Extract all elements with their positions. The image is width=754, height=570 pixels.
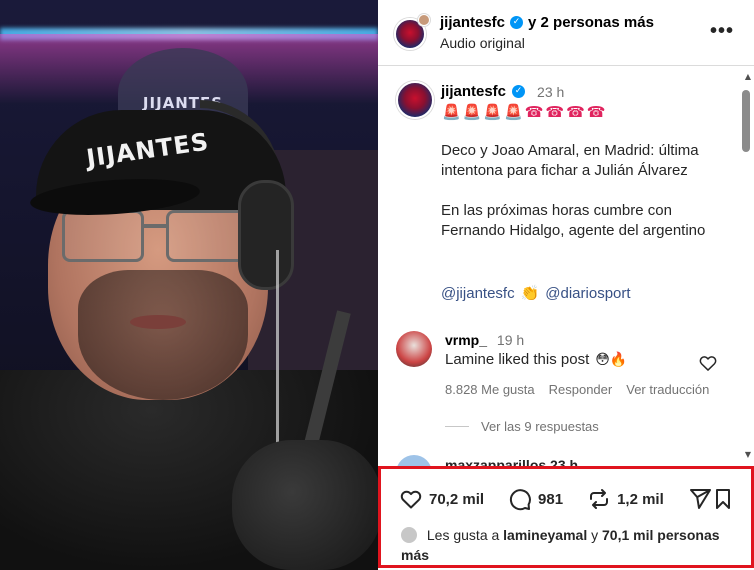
comment-avatar[interactable]	[396, 331, 432, 367]
comment-count[interactable]: 981	[538, 491, 563, 508]
verified-badge-icon: ✓	[512, 85, 526, 98]
comment-body: Lamine liked this post	[445, 351, 590, 368]
share-icon[interactable]	[688, 487, 712, 511]
post-username[interactable]: jijantesfc	[441, 83, 506, 100]
streamer-beard	[78, 270, 248, 400]
mention-link[interactable]: @jijantesfc	[441, 285, 515, 302]
comment-like-count[interactable]: 8.828 Me gusta	[445, 382, 535, 397]
audio-label[interactable]: Audio original	[440, 35, 525, 51]
view-replies-label[interactable]: Ver las 9 respuestas	[481, 419, 599, 434]
post-author: jijantesfc ✓ 23 h	[441, 83, 564, 100]
liker-avatar[interactable]	[401, 527, 417, 543]
comment-time: 19 h	[496, 332, 525, 348]
verified-badge-icon: ✓	[510, 16, 524, 29]
scroll-down-arrow-icon[interactable]: ▼	[745, 450, 751, 459]
actions-highlight: 70,2 mil 981 1,2 mil Les gusta a laminey…	[378, 466, 754, 568]
comments-scroll[interactable]: jijantesfc ✓ 23 h 🚨🚨🚨🚨☎☎☎☎ Deco y Joao A…	[378, 67, 754, 467]
comment-username[interactable]: vrmp_	[445, 332, 487, 348]
video-player[interactable]: JIJANTES JIJANTES	[0, 0, 378, 570]
translate-button[interactable]: Ver traducción	[626, 382, 709, 397]
action-bar: 70,2 mil 981 1,2 mil	[399, 487, 736, 511]
clap-emoji: 👏	[520, 284, 540, 302]
replies-divider	[445, 426, 469, 427]
reply-button[interactable]: Responder	[549, 382, 613, 397]
collab-text[interactable]: y 2 personas más	[528, 14, 654, 31]
share-action[interactable]	[688, 487, 712, 511]
post-panel: jijantesfc ✓ y 2 personas más Audio orig…	[378, 0, 754, 570]
repost-icon[interactable]	[587, 487, 611, 511]
heart-icon[interactable]	[399, 487, 423, 511]
comment-icon[interactable]	[508, 487, 532, 511]
repost-action[interactable]: 1,2 mil	[587, 487, 664, 511]
repost-count[interactable]: 1,2 mil	[617, 491, 664, 508]
microphone	[232, 440, 378, 570]
comment-action[interactable]: 981	[508, 487, 563, 511]
like-count[interactable]: 70,2 mil	[429, 491, 484, 508]
headphone-icon	[238, 180, 294, 290]
emoji-line: 🚨🚨🚨🚨☎☎☎☎	[442, 103, 608, 121]
likes-prefix: Les gusta a	[426, 527, 500, 543]
post-caption: Deco y Joao Amaral, en Madrid: última in…	[441, 141, 721, 261]
post-time: 23 h	[537, 83, 565, 100]
caption-paragraph: Deco y Joao Amaral, en Madrid: última in…	[441, 142, 699, 179]
likes-summary: Les gusta a lamineyamal y 70,1 mil perso…	[401, 525, 741, 565]
comment-text: Lamine liked this post 😳🔥	[445, 351, 627, 368]
comment-meta: 8.828 Me gusta Responder Ver traducción	[445, 382, 709, 397]
header-username[interactable]: jijantesfc	[440, 14, 505, 31]
liker-username[interactable]: lamineyamal	[503, 527, 587, 543]
scroll-up-arrow-icon[interactable]: ▲	[745, 72, 751, 81]
post-mentions: @jijantesfc 👏 @diariosport	[441, 284, 631, 302]
streamer-mouth	[130, 315, 186, 329]
mention-link[interactable]: @diariosport	[545, 285, 630, 302]
post-author-avatar[interactable]	[396, 81, 434, 119]
bookmark-icon[interactable]	[711, 487, 735, 516]
likes-joiner: y	[591, 527, 599, 543]
like-action[interactable]: 70,2 mil	[399, 487, 484, 511]
scrollbar-thumb[interactable]	[742, 90, 750, 152]
comment-author: vrmp_ 19 h	[445, 332, 524, 348]
comment-emojis: 😳🔥	[595, 351, 628, 368]
comment-heart-icon[interactable]	[698, 353, 718, 373]
view-replies[interactable]: Ver las 9 respuestas	[445, 419, 599, 434]
more-horizontal-icon[interactable]: •••	[710, 20, 734, 43]
collab-avatar	[418, 14, 430, 26]
glasses	[62, 210, 252, 266]
post-header: jijantesfc ✓ y 2 personas más Audio orig…	[378, 0, 754, 66]
header-usernames[interactable]: jijantesfc ✓ y 2 personas más	[440, 14, 654, 31]
caption-paragraph: En las próximas horas cumbre con Fernand…	[441, 202, 706, 239]
